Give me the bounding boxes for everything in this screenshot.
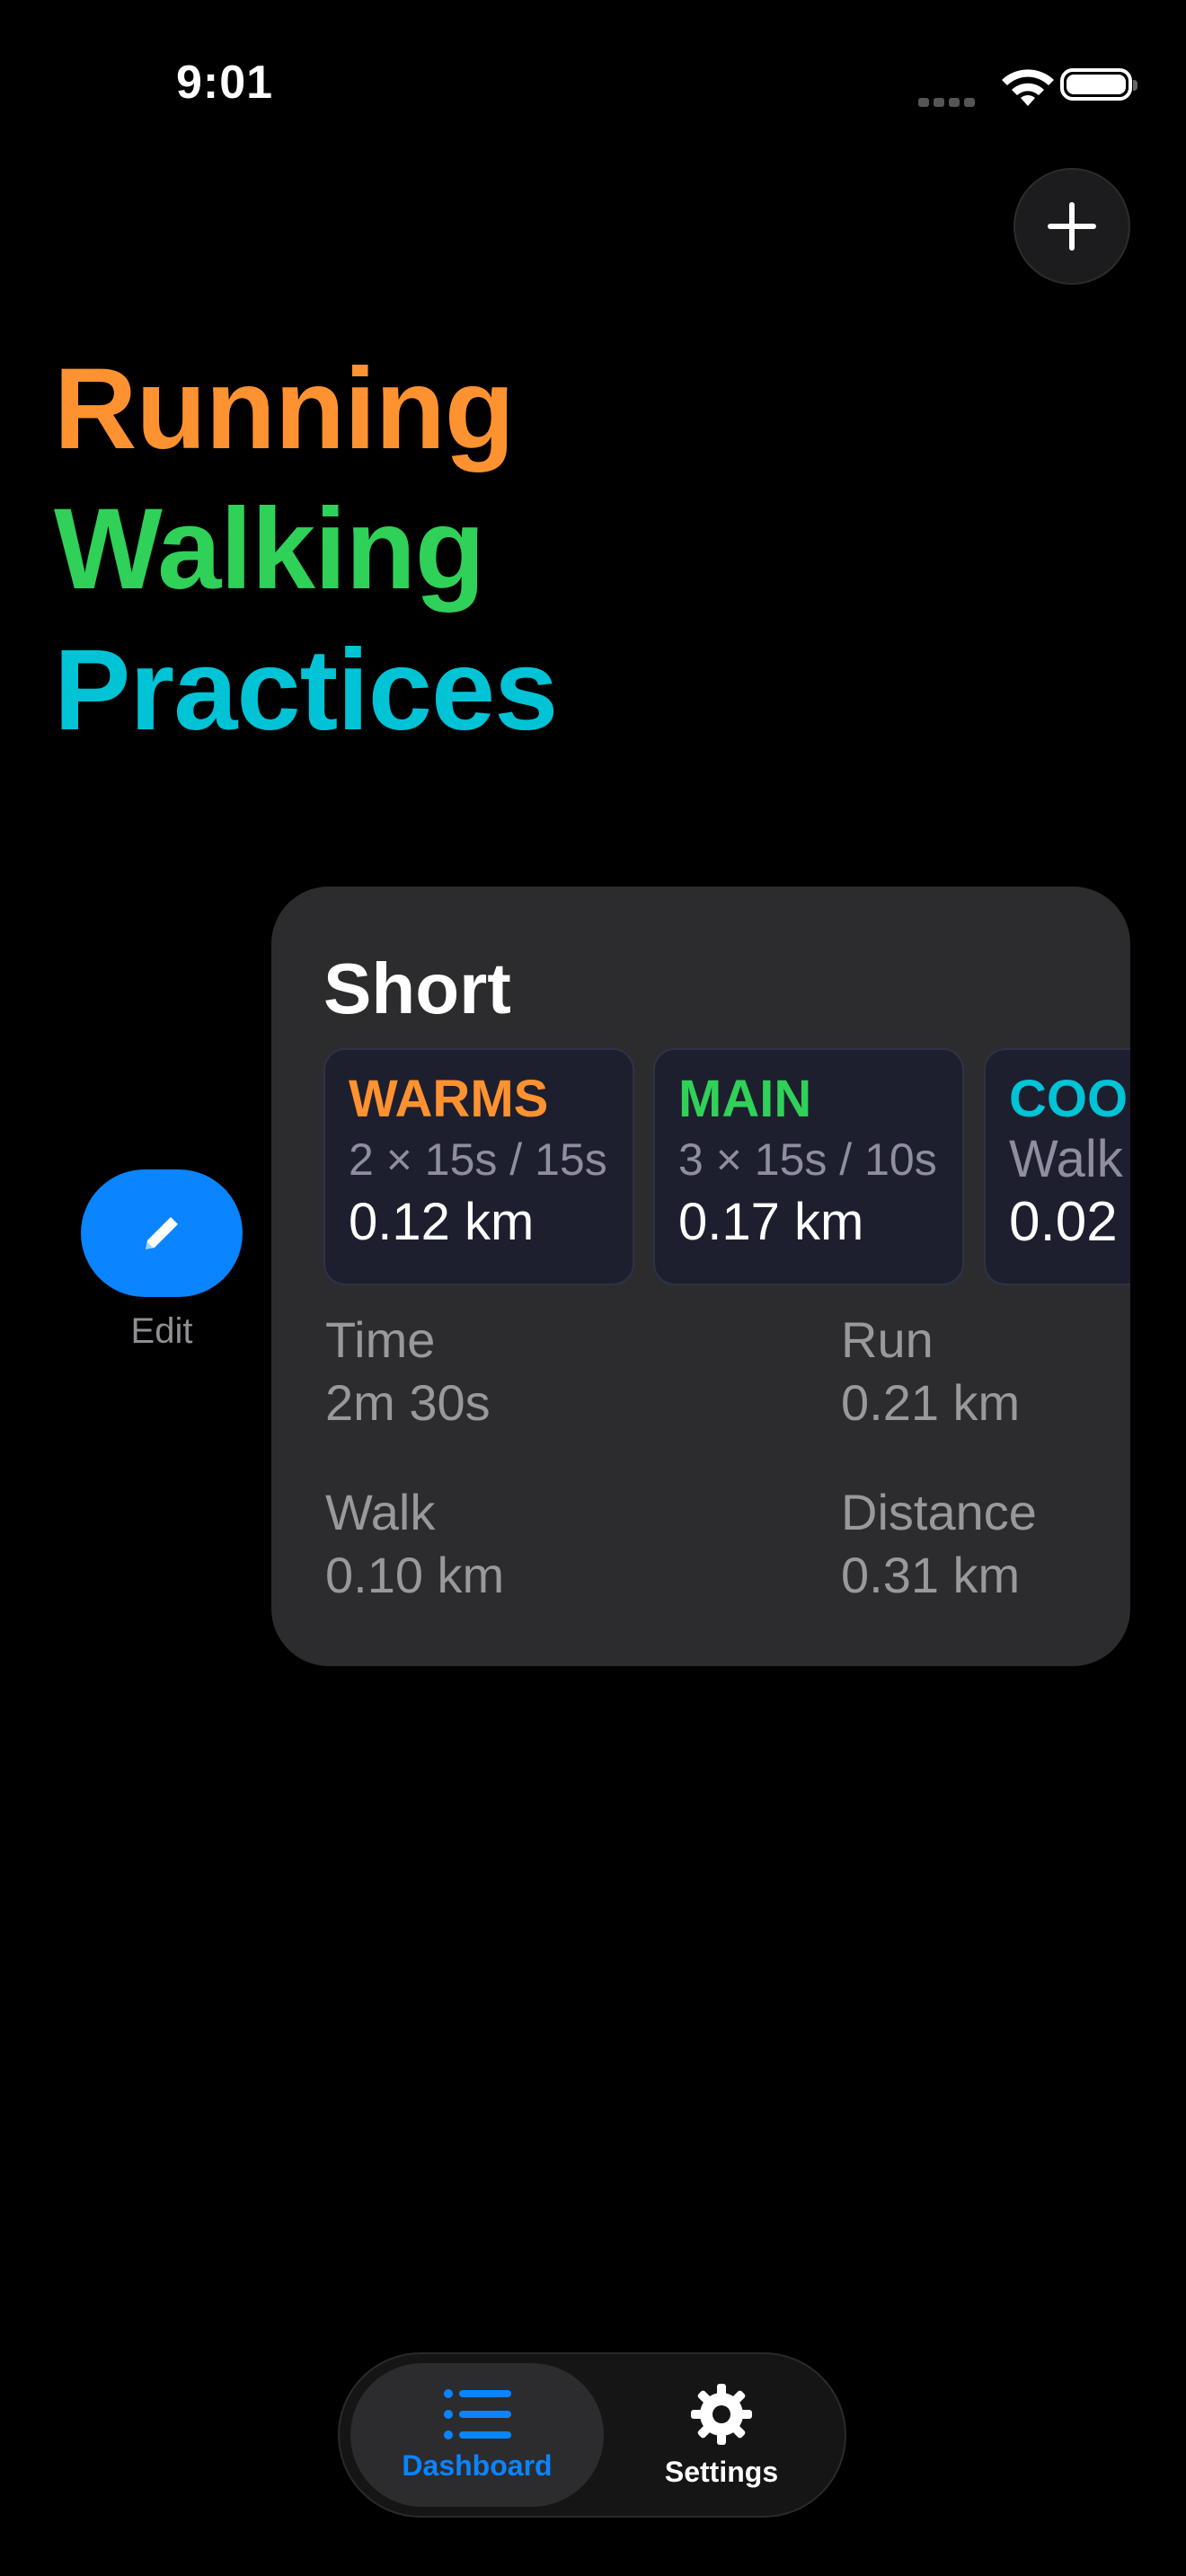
stat-label: Time — [325, 1311, 436, 1368]
gear-icon — [691, 2383, 752, 2445]
tab-dashboard[interactable]: Dashboard — [350, 2363, 604, 2507]
stat-label: Run — [841, 1311, 934, 1368]
phase-cooldown: COO Walk 0.02 — [984, 1048, 1130, 1285]
phase-warmup: WARMS 2 × 15s / 15s 0.12 km — [323, 1048, 634, 1285]
status-time: 9:01 — [176, 57, 274, 109]
title-practices: Practices — [54, 626, 558, 754]
cellular-signal-icon — [918, 95, 981, 107]
pencil-icon — [146, 1217, 178, 1249]
edit-label: Edit — [130, 1311, 193, 1351]
phase-detail: 3 × 15s / 10s — [678, 1134, 937, 1185]
phase-distance: 0.02 — [1009, 1191, 1118, 1253]
add-button[interactable] — [1013, 168, 1130, 285]
card-title: Short — [323, 948, 511, 1028]
stat-run: Run 0.21 km — [841, 1309, 1020, 1434]
title-running: Running — [54, 345, 515, 473]
stat-label: Walk — [325, 1484, 436, 1540]
phase-detail: 2 × 15s / 15s — [349, 1134, 607, 1185]
tab-bar: Dashboard Settings — [338, 2352, 846, 2518]
tab-settings[interactable]: Settings — [609, 2363, 834, 2507]
phase-distance: 0.12 km — [349, 1193, 535, 1251]
phase-detail: Walk — [1009, 1130, 1123, 1188]
phase-name: MAIN — [678, 1070, 812, 1128]
phase-main: MAIN 3 × 15s / 10s 0.17 km — [653, 1048, 964, 1285]
phase-name: COO — [1009, 1070, 1128, 1128]
phase-name: WARMS — [349, 1070, 549, 1128]
tab-label: Dashboard — [402, 2448, 553, 2482]
stat-value: 2m 30s — [325, 1374, 491, 1431]
stat-value: 0.10 km — [325, 1547, 505, 1603]
battery-icon — [1060, 68, 1137, 101]
stat-walk: Walk 0.10 km — [325, 1481, 504, 1607]
stat-distance: Distance 0.31 km — [841, 1481, 1037, 1607]
stat-label: Distance — [841, 1484, 1037, 1540]
stat-value: 0.31 km — [841, 1547, 1021, 1603]
workout-card-short[interactable]: Short WARMS 2 × 15s / 15s 0.12 km MAIN 3… — [271, 887, 1130, 1666]
edit-button[interactable] — [81, 1169, 243, 1297]
plus-icon — [1048, 202, 1096, 251]
wifi-icon — [1002, 69, 1054, 106]
stat-time: Time 2m 30s — [325, 1309, 491, 1434]
tab-label: Settings — [664, 2455, 779, 2488]
stat-value: 0.21 km — [841, 1374, 1021, 1431]
phase-distance: 0.17 km — [678, 1193, 864, 1251]
title-walking: Walking — [54, 485, 485, 613]
list-icon — [444, 2388, 511, 2439]
